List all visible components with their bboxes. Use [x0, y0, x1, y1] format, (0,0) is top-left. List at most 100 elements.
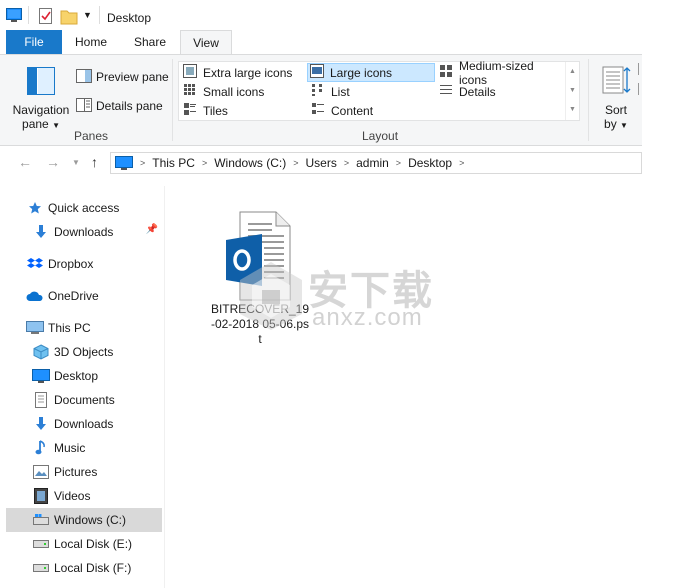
- layout-details[interactable]: Details: [437, 82, 565, 101]
- computer-icon: [26, 320, 44, 336]
- new-folder-icon[interactable]: [60, 7, 78, 28]
- preview-pane-label: Preview pane: [96, 70, 169, 84]
- content-icon: [311, 102, 325, 119]
- layout-gallery-scroller[interactable]: ▲ ▼ ▼: [565, 62, 579, 120]
- nav-item-quick-access[interactable]: Quick access: [26, 196, 162, 220]
- preview-pane-button[interactable]: Preview pane: [76, 67, 169, 87]
- navigation-pane: Quick access Downloads 📌 Dropbox OneDriv…: [0, 186, 165, 588]
- list-icon: [311, 83, 325, 100]
- pin-icon[interactable]: 📌: [146, 224, 158, 235]
- sort-icon: [602, 65, 632, 98]
- forward-arrow-icon[interactable]: →: [46, 154, 60, 170]
- details-icon: [439, 83, 453, 100]
- titlebar-divider: [28, 6, 29, 24]
- layout-label: Details: [459, 84, 496, 99]
- layout-list[interactable]: List: [309, 82, 433, 101]
- nav-label: Music: [54, 441, 86, 455]
- customize-toolbar-icon[interactable]: ▼: [83, 10, 92, 20]
- layout-small-icons[interactable]: Small icons: [181, 82, 305, 101]
- tab-share[interactable]: Share: [124, 30, 176, 54]
- nav-item-windows-c[interactable]: Windows (C:): [6, 508, 162, 532]
- properties-icon[interactable]: [38, 7, 54, 28]
- drive-icon: [32, 536, 50, 552]
- nav-label: Videos: [54, 489, 91, 503]
- file-list: BITRECOVER_19-02-2018 05-06.pst: [166, 186, 642, 588]
- layout-content[interactable]: Content: [309, 101, 433, 120]
- small-icons-icon: [183, 83, 197, 100]
- navigation-pane-icon: [27, 67, 55, 98]
- tab-view[interactable]: View: [180, 30, 232, 55]
- gallery-more-icon[interactable]: ▼: [566, 100, 579, 119]
- chevron-right-icon[interactable]: >: [459, 158, 464, 168]
- nav-item-music[interactable]: Music: [32, 436, 162, 460]
- video-icon: [32, 488, 50, 504]
- layout-medium-icons[interactable]: Medium-sized icons: [437, 59, 565, 87]
- layout-large-icons[interactable]: Large icons: [307, 63, 435, 82]
- nav-item-videos[interactable]: Videos: [32, 484, 162, 508]
- nav-label: Pictures: [54, 465, 98, 479]
- large-icons-icon: [310, 64, 324, 81]
- desktop-location-icon: [115, 156, 133, 170]
- nav-item-downloads[interactable]: Downloads: [32, 412, 162, 436]
- file-name: BITRECOVER_19-02-2018 05-06.pst: [210, 302, 310, 346]
- chevron-right-icon[interactable]: >: [396, 158, 401, 168]
- tiles-icon: [183, 102, 197, 119]
- details-pane-label: Details pane: [96, 99, 163, 113]
- titlebar-divider: [99, 6, 100, 24]
- address-bar[interactable]: > This PC > Windows (C:) > Users > admin > De…: [110, 152, 642, 174]
- document-icon: [32, 392, 50, 408]
- layout-label: Small icons: [203, 84, 265, 99]
- desktop-icon: [32, 368, 50, 384]
- tab-home[interactable]: Home: [66, 30, 116, 54]
- details-pane-icon: [76, 97, 92, 115]
- nav-item-local-disk-f[interactable]: Local Disk (F:): [32, 556, 162, 580]
- navigation-pane-button[interactable]: Navigation pane ▼: [10, 61, 72, 131]
- address-row: ← → ▼ ↑ > This PC > Windows (C:) > Users > a…: [0, 150, 642, 176]
- crumb-this-pc[interactable]: This PC: [152, 156, 195, 170]
- up-arrow-icon[interactable]: ↑: [91, 154, 98, 170]
- layout-group-label: Layout: [362, 129, 399, 143]
- chevron-right-icon[interactable]: >: [344, 158, 349, 168]
- chevron-right-icon[interactable]: >: [293, 158, 298, 168]
- layout-extra-large-icons[interactable]: Extra large icons: [181, 63, 305, 82]
- nav-label: Dropbox: [48, 257, 94, 271]
- sort-label: Sort: [604, 103, 627, 117]
- sort-label-2: by: [604, 117, 617, 131]
- nav-label: OneDrive: [48, 289, 99, 303]
- cloud-icon: [26, 288, 44, 304]
- file-item[interactable]: BITRECOVER_19-02-2018 05-06.pst: [210, 210, 310, 346]
- recent-locations-icon[interactable]: ▼: [72, 158, 80, 167]
- nav-item-desktop[interactable]: Desktop: [32, 364, 162, 388]
- nav-label: Downloads: [54, 417, 114, 431]
- layout-tiles[interactable]: Tiles: [181, 101, 305, 120]
- nav-item-documents[interactable]: Documents: [32, 388, 162, 412]
- crumb-users[interactable]: Users: [306, 156, 337, 170]
- layout-label: Large icons: [330, 65, 393, 80]
- sort-by-button[interactable]: Sort by ▼: [596, 61, 636, 131]
- crumb-windows-c[interactable]: Windows (C:): [214, 156, 286, 170]
- nav-item-3d-objects[interactable]: 3D Objects: [32, 340, 162, 364]
- scroll-up-icon[interactable]: ▲: [566, 62, 579, 81]
- crumb-admin[interactable]: admin: [356, 156, 389, 170]
- tab-file[interactable]: File: [6, 30, 62, 54]
- preview-pane-icon: [76, 68, 92, 86]
- nav-item-downloads-pinned[interactable]: Downloads 📌: [32, 220, 162, 244]
- details-pane-button[interactable]: Details pane: [76, 96, 163, 116]
- scroll-down-icon[interactable]: ▼: [566, 81, 579, 100]
- window-icon: [6, 8, 22, 25]
- chevron-right-icon[interactable]: >: [202, 158, 207, 168]
- download-icon: [32, 416, 50, 432]
- pictures-icon: [32, 464, 50, 480]
- ribbon-separator: [172, 59, 173, 141]
- title-bar: ▼ Desktop: [0, 0, 684, 34]
- dropbox-icon: [26, 256, 44, 272]
- nav-item-local-disk-e[interactable]: Local Disk (E:): [32, 532, 162, 556]
- drive-icon: [32, 560, 50, 576]
- back-arrow-icon[interactable]: ←: [18, 154, 32, 170]
- nav-item-this-pc[interactable]: This PC: [26, 316, 162, 340]
- nav-item-pictures[interactable]: Pictures: [32, 460, 162, 484]
- nav-item-onedrive[interactable]: OneDrive: [26, 284, 162, 308]
- crumb-desktop[interactable]: Desktop: [408, 156, 452, 170]
- ribbon-overflow-marks: [638, 63, 642, 113]
- nav-item-dropbox[interactable]: Dropbox: [26, 252, 162, 276]
